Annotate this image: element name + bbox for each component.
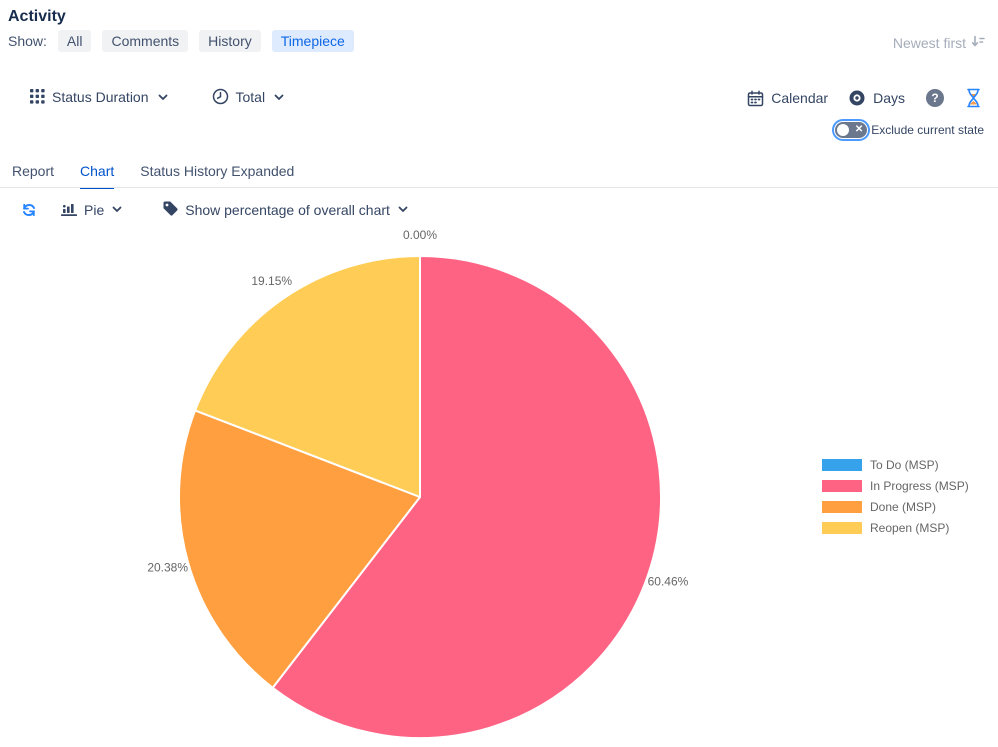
legend-item[interactable]: Reopen (MSP)	[822, 522, 969, 534]
calendar-icon	[747, 90, 764, 107]
chevron-down-icon	[272, 90, 286, 104]
tabs-divider	[0, 187, 998, 188]
exclude-current-state-toggle[interactable]: ✕	[835, 122, 867, 138]
days-button[interactable]: Days	[848, 89, 905, 107]
pie-slice-percentage-label: 60.46%	[648, 575, 689, 589]
filter-comments-button[interactable]: Comments	[102, 30, 188, 52]
sort-descending-icon	[970, 33, 986, 52]
exclude-current-state-row: ✕ Exclude current state	[835, 122, 984, 138]
tag-icon	[162, 200, 179, 220]
tab-chart[interactable]: Chart	[80, 163, 114, 189]
show-filter-row: Show: All Comments History Timepiece	[8, 30, 354, 52]
legend-label: Done (MSP)	[870, 500, 936, 514]
help-icon: ?	[925, 88, 945, 108]
legend-label: In Progress (MSP)	[870, 479, 969, 493]
percentage-mode-label: Show percentage of overall chart	[185, 202, 390, 218]
filter-timepiece-button[interactable]: Timepiece	[272, 30, 354, 52]
legend-swatch	[822, 459, 862, 471]
clock-icon	[212, 88, 229, 105]
legend-swatch	[822, 501, 862, 513]
calendar-label: Calendar	[771, 90, 828, 106]
eye-icon	[848, 89, 866, 107]
view-tabs: Report Chart Status History Expanded	[12, 163, 294, 189]
grid-icon	[30, 89, 45, 104]
chevron-down-icon	[110, 202, 124, 219]
filter-history-button[interactable]: History	[199, 30, 261, 52]
filter-all-button[interactable]: All	[58, 30, 92, 52]
days-label: Days	[873, 90, 905, 106]
toggle-knob	[837, 124, 849, 136]
chart-toolbar-right: Calendar Days ?	[747, 88, 982, 108]
legend-swatch	[822, 480, 862, 492]
status-duration-label: Status Duration	[52, 89, 149, 105]
chart-toolbar-left: Status Duration Total	[30, 88, 286, 105]
chart-legend: To Do (MSP) In Progress (MSP) Done (MSP) Re…	[822, 459, 969, 543]
tab-status-history-expanded[interactable]: Status History Expanded	[140, 163, 294, 189]
total-select[interactable]: Total	[212, 88, 287, 105]
pie-slice-percentage-label: 0.00%	[403, 228, 437, 242]
chart-type-label: Pie	[84, 202, 104, 218]
calendar-button[interactable]: Calendar	[747, 90, 828, 107]
bar-chart-icon	[60, 201, 78, 220]
help-button[interactable]: ?	[925, 88, 945, 108]
sort-order-button[interactable]: Newest first	[893, 33, 986, 52]
pie-slice-percentage-label: 20.38%	[147, 561, 188, 575]
svg-text:?: ?	[931, 91, 938, 105]
hourglass-icon	[965, 88, 982, 108]
percentage-mode-select[interactable]: Show percentage of overall chart	[162, 200, 410, 220]
chevron-down-icon	[396, 202, 410, 219]
total-label: Total	[236, 89, 266, 105]
status-duration-select[interactable]: Status Duration	[30, 89, 170, 105]
refresh-button[interactable]	[20, 201, 38, 219]
timer-button[interactable]	[965, 88, 982, 108]
page-title: Activity	[8, 8, 66, 26]
legend-label: Reopen (MSP)	[870, 521, 949, 535]
chart-type-select[interactable]: Pie	[60, 201, 124, 220]
legend-label: To Do (MSP)	[870, 458, 939, 472]
chart-controls: Pie Show percentage of overall chart	[20, 200, 410, 220]
toggle-off-icon: ✕	[855, 123, 863, 137]
chevron-down-icon	[156, 90, 170, 104]
legend-item[interactable]: To Do (MSP)	[822, 459, 969, 471]
legend-swatch	[822, 522, 862, 534]
legend-item[interactable]: Done (MSP)	[822, 501, 969, 513]
sort-order-label: Newest first	[893, 35, 966, 51]
show-filter-label: Show:	[8, 33, 47, 49]
exclude-current-state-label: Exclude current state	[871, 123, 984, 137]
pie-slice-percentage-label: 19.15%	[251, 274, 292, 288]
legend-item[interactable]: In Progress (MSP)	[822, 480, 969, 492]
tab-report[interactable]: Report	[12, 163, 54, 189]
